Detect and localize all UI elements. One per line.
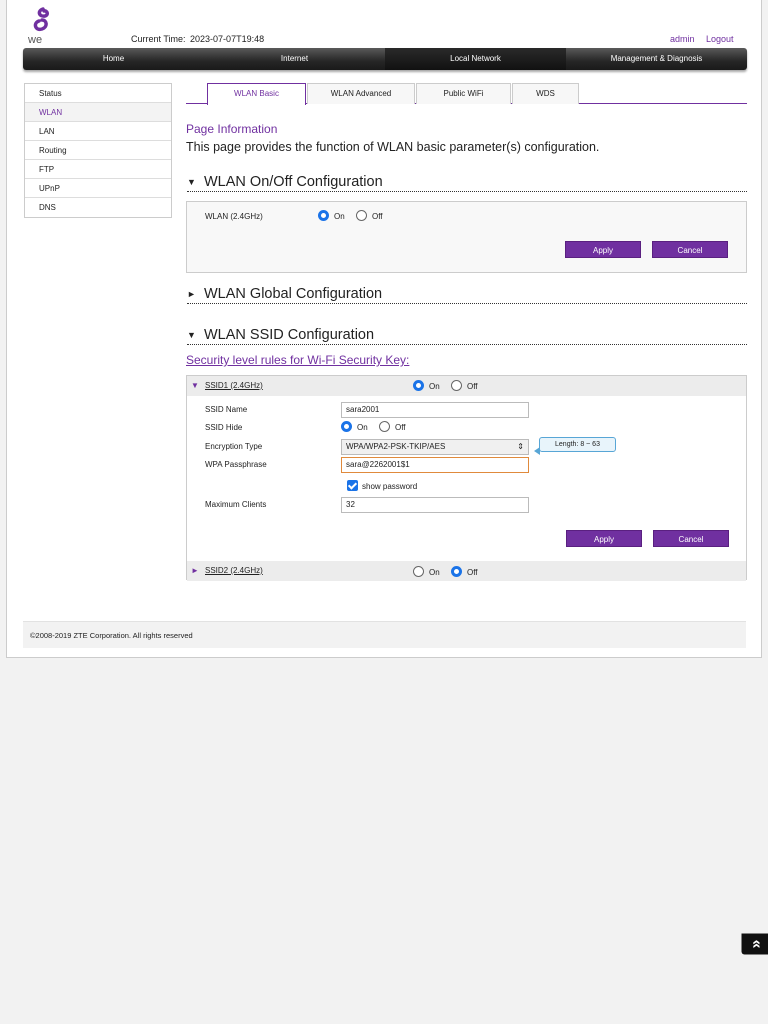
tab-wds[interactable]: WDS [512, 83, 579, 104]
wpa-passphrase-input[interactable]: sara@2262001$1 [341, 457, 529, 473]
page-info-title: Page Information [186, 122, 278, 136]
ssid-hide-on-label: On [357, 423, 368, 432]
encryption-type-label: Encryption Type [205, 442, 263, 451]
main-nav: Home Internet Local Network Management &… [23, 48, 747, 70]
wlan-cancel-button[interactable]: Cancel [652, 241, 728, 258]
select-arrows-icon: ⇕ [517, 442, 524, 451]
wpa-passphrase-label: WPA Passphrase [205, 460, 267, 469]
triangle-down-icon: ▼ [187, 330, 196, 340]
wlan-off-label: Off [372, 212, 383, 221]
section-wlan-global[interactable]: ► WLAN Global Configuration [187, 286, 747, 304]
ssid-hide-off-label: Off [395, 423, 406, 432]
wlan-off-radio[interactable] [356, 210, 367, 221]
logout-link[interactable]: Logout [706, 34, 734, 44]
page-info-description: This page provides the function of WLAN … [186, 140, 600, 154]
nav-internet[interactable]: Internet [204, 48, 385, 70]
ssid2-title[interactable]: SSID2 (2.4GHz) [205, 566, 263, 575]
ssid1-on-radio[interactable] [413, 380, 424, 391]
ssid-hide-off-radio[interactable] [379, 421, 390, 432]
ssid2-on-label: On [429, 568, 440, 577]
nav-management-diagnosis[interactable]: Management & Diagnosis [566, 48, 747, 70]
tab-wlan-basic[interactable]: WLAN Basic [207, 83, 306, 105]
ssid1-header[interactable]: ▼ SSID1 (2.4GHz) On Off [187, 376, 746, 396]
sidebar: Status WLAN LAN Routing FTP UPnP DNS [24, 83, 172, 218]
ssid-name-input[interactable]: sara2001 [341, 402, 529, 418]
ssid2-on-radio[interactable] [413, 566, 424, 577]
ssid2-off-radio[interactable] [451, 566, 462, 577]
section-title: WLAN On/Off Configuration [204, 174, 383, 190]
double-chevron-up-icon[interactable]: » [741, 933, 768, 955]
length-hint-tooltip: Length: 8 ~ 63 [534, 437, 616, 455]
wlan-onoff-panel: WLAN (2.4GHz) On Off Apply Cancel [186, 201, 747, 273]
triangle-right-icon: ► [191, 566, 199, 575]
encryption-type-select[interactable]: WPA/WPA2-PSK-TKIP/AES ⇕ [341, 439, 529, 455]
current-time: Current Time: 2023-07-07T19:48 [129, 34, 264, 44]
nav-local-network[interactable]: Local Network [385, 48, 566, 70]
section-wlan-ssid[interactable]: ▼ WLAN SSID Configuration [187, 327, 747, 345]
security-rules-link[interactable]: Security level rules for Wi-Fi Security … [186, 353, 409, 367]
triangle-down-icon: ▼ [187, 177, 196, 187]
current-time-value: 2023-07-07T19:48 [190, 34, 265, 44]
sidebar-item-status[interactable]: Status [25, 84, 171, 103]
wlan-label: WLAN (2.4GHz) [205, 212, 263, 221]
current-time-label: Current Time: [131, 34, 186, 44]
ssid-hide-label: SSID Hide [205, 423, 243, 432]
sidebar-item-lan[interactable]: LAN [25, 122, 171, 141]
ssid2-off-label: Off [467, 568, 478, 577]
sidebar-item-routing[interactable]: Routing [25, 141, 171, 160]
tab-wlan-advanced[interactable]: WLAN Advanced [307, 83, 415, 104]
ssid1-on-label: On [429, 382, 440, 391]
sidebar-item-wlan[interactable]: WLAN [25, 103, 171, 122]
tab-public-wifi[interactable]: Public WiFi [416, 83, 511, 104]
page-container: we Current Time: 2023-07-07T19:48 admin … [6, 0, 762, 658]
copyright-text: ©2008-2019 ZTE Corporation. All rights r… [30, 631, 193, 640]
username: admin [670, 34, 695, 44]
section-wlan-onoff[interactable]: ▼ WLAN On/Off Configuration [187, 174, 747, 192]
show-password-label: show password [362, 482, 418, 491]
triangle-right-icon: ► [187, 289, 196, 299]
ssid1-title[interactable]: SSID1 (2.4GHz) [205, 381, 263, 390]
wlan-on-label: On [334, 212, 345, 221]
max-clients-label: Maximum Clients [205, 500, 267, 509]
section-title: WLAN SSID Configuration [204, 327, 375, 343]
nav-home[interactable]: Home [23, 48, 204, 70]
sidebar-item-dns[interactable]: DNS [25, 198, 171, 217]
sidebar-item-upnp[interactable]: UPnP [25, 179, 171, 198]
ssid-hide-on-radio[interactable] [341, 421, 352, 432]
section-title: WLAN Global Configuration [204, 286, 383, 302]
ssid-name-label: SSID Name [205, 405, 248, 414]
encryption-type-value: WPA/WPA2-PSK-TKIP/AES [346, 442, 446, 451]
we-logo-icon: we [27, 7, 49, 45]
show-password-checkbox[interactable] [347, 480, 358, 491]
wlan-apply-button[interactable]: Apply [565, 241, 641, 258]
logo-text: we [27, 34, 42, 45]
sidebar-item-ftp[interactable]: FTP [25, 160, 171, 179]
triangle-down-icon: ▼ [191, 381, 199, 390]
max-clients-input[interactable]: 32 [341, 497, 529, 513]
wlan-on-radio[interactable] [318, 210, 329, 221]
ssid1-apply-button[interactable]: Apply [566, 530, 642, 547]
tab-bar: WLAN Basic WLAN Advanced Public WiFi WDS [186, 83, 747, 105]
footer: ©2008-2019 ZTE Corporation. All rights r… [23, 621, 746, 648]
ssid2-header[interactable]: ► SSID2 (2.4GHz) On Off [187, 561, 746, 581]
ssid1-off-label: Off [467, 382, 478, 391]
ssid1-cancel-button[interactable]: Cancel [653, 530, 729, 547]
ssid1-off-radio[interactable] [451, 380, 462, 391]
ssid-panel: ▼ SSID1 (2.4GHz) On Off SSID Name sara20… [186, 375, 747, 581]
